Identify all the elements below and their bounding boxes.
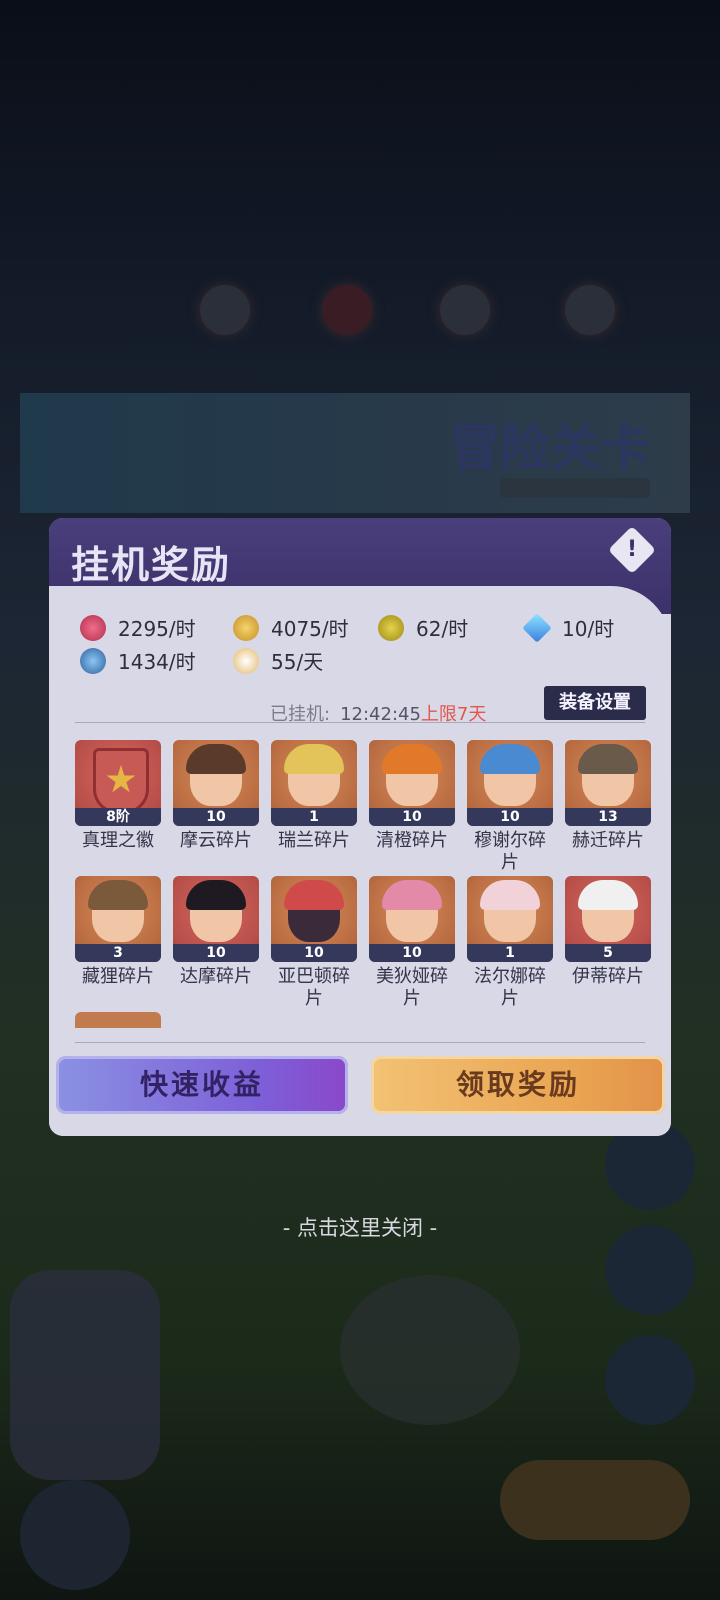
item-count: 8阶 [75, 808, 161, 826]
item-count: 5 [565, 944, 651, 962]
item-count: 13 [565, 808, 651, 826]
item-card: 10 [271, 876, 357, 962]
item-count: 10 [173, 808, 259, 826]
item-count: 10 [369, 808, 455, 826]
background-banner: 冒险关卡 [20, 393, 690, 513]
truth-badge-icon [93, 748, 149, 814]
item-card: 1 [271, 740, 357, 826]
item-card: 10 [173, 740, 259, 826]
item-card-partial[interactable] [75, 1012, 161, 1028]
item-card: 10 [369, 740, 455, 826]
alert-diamond-icon[interactable]: ! [607, 525, 657, 575]
item-name: 藏狸碎片 [82, 966, 154, 987]
item-card: 10 [173, 876, 259, 962]
bg-node-icon [200, 285, 250, 335]
item-card: 8阶 [75, 740, 161, 826]
red-orb-icon [80, 614, 106, 641]
item-fragment[interactable]: 1 法尔娜碎片 [467, 876, 553, 1010]
rate-blue-crystal: 1434/时 [80, 646, 196, 675]
panel-title: 挂机奖励 [71, 542, 232, 587]
item-fragment[interactable]: 10 清橙碎片 [369, 740, 455, 852]
item-card: 10 [467, 740, 553, 826]
item-name: 达摩碎片 [180, 966, 252, 987]
rate-text: 1434/时 [118, 650, 196, 674]
item-fragment[interactable]: 10 美狄娅碎片 [369, 876, 455, 1010]
blue-crystal-icon [80, 647, 106, 674]
rate-text: 10/时 [562, 617, 615, 641]
item-fragment[interactable]: 10 亚巴顿碎片 [271, 876, 357, 1010]
item-card: 5 [565, 876, 651, 962]
rate-gold: 4075/时 [233, 613, 349, 642]
rate-exp: 62/时 [378, 613, 468, 642]
item-card: 13 [565, 740, 651, 826]
item-fragment[interactable]: 13 赫迁碎片 [565, 740, 651, 852]
exp-feather-icon [378, 614, 404, 641]
bg-character [340, 1275, 520, 1425]
bg-circle-button [20, 1480, 130, 1590]
divider [75, 1042, 645, 1043]
item-count: 10 [271, 944, 357, 962]
item-name: 赫迁碎片 [572, 830, 644, 851]
white-orb-icon [233, 647, 259, 674]
banner-title: 冒险关卡 [450, 418, 650, 477]
item-fragment[interactable]: 10 达摩碎片 [173, 876, 259, 988]
item-name: 摩云碎片 [180, 830, 252, 851]
item-name: 真理之徽 [82, 830, 154, 851]
fast-income-button[interactable]: 快速收益 [56, 1056, 348, 1114]
equip-settings-button[interactable]: 装备设置 [544, 686, 646, 720]
diamond-icon [522, 612, 552, 643]
item-fragment[interactable]: 10 穆谢尔碎片 [467, 740, 553, 874]
rate-diamond: 10/时 [522, 612, 615, 643]
claim-reward-button[interactable]: 领取奖励 [371, 1056, 665, 1114]
rate-white-orb: 55/天 [233, 646, 323, 675]
item-name: 法尔娜碎片 [474, 966, 546, 1009]
banner-subtitle [500, 478, 650, 498]
rate-text: 55/天 [271, 650, 324, 674]
item-card: 1 [467, 876, 553, 962]
item-count: 10 [369, 944, 455, 962]
bg-node-icon [322, 285, 372, 335]
item-name: 瑞兰碎片 [278, 830, 350, 851]
background-logo [18, 140, 118, 200]
bg-character [10, 1270, 160, 1480]
item-name: 伊蒂碎片 [572, 966, 644, 987]
item-truth-badge[interactable]: 8阶 真理之徽 [75, 740, 161, 852]
item-count: 1 [271, 808, 357, 826]
item-fragment[interactable]: 3 藏狸碎片 [75, 876, 161, 988]
bg-node-icon [565, 285, 615, 335]
item-name: 美狄娅碎片 [376, 966, 448, 1009]
divider [75, 722, 645, 723]
rate-text: 2295/时 [118, 617, 196, 641]
item-fragment[interactable]: 5 伊蒂碎片 [565, 876, 651, 988]
rate-text: 4075/时 [271, 617, 349, 641]
bg-node-icon [440, 285, 490, 335]
gold-coin-icon [233, 614, 259, 641]
close-hint[interactable]: - 点击这里关闭 - [0, 1212, 720, 1242]
item-name: 清橙碎片 [376, 830, 448, 851]
item-fragment[interactable]: 1 瑞兰碎片 [271, 740, 357, 852]
item-card: 3 [75, 876, 161, 962]
bg-side-button [605, 1335, 695, 1425]
item-count: 10 [173, 944, 259, 962]
item-count: 1 [467, 944, 553, 962]
item-count: 3 [75, 944, 161, 962]
item-name: 穆谢尔碎片 [474, 830, 546, 873]
bg-action-button [500, 1460, 690, 1540]
rate-red-orb: 2295/时 [80, 613, 196, 642]
item-fragment[interactable]: 10 摩云碎片 [173, 740, 259, 852]
item-card: 10 [369, 876, 455, 962]
item-count: 10 [467, 808, 553, 826]
item-name: 亚巴顿碎片 [278, 966, 350, 1009]
rate-text: 62/时 [416, 617, 469, 641]
